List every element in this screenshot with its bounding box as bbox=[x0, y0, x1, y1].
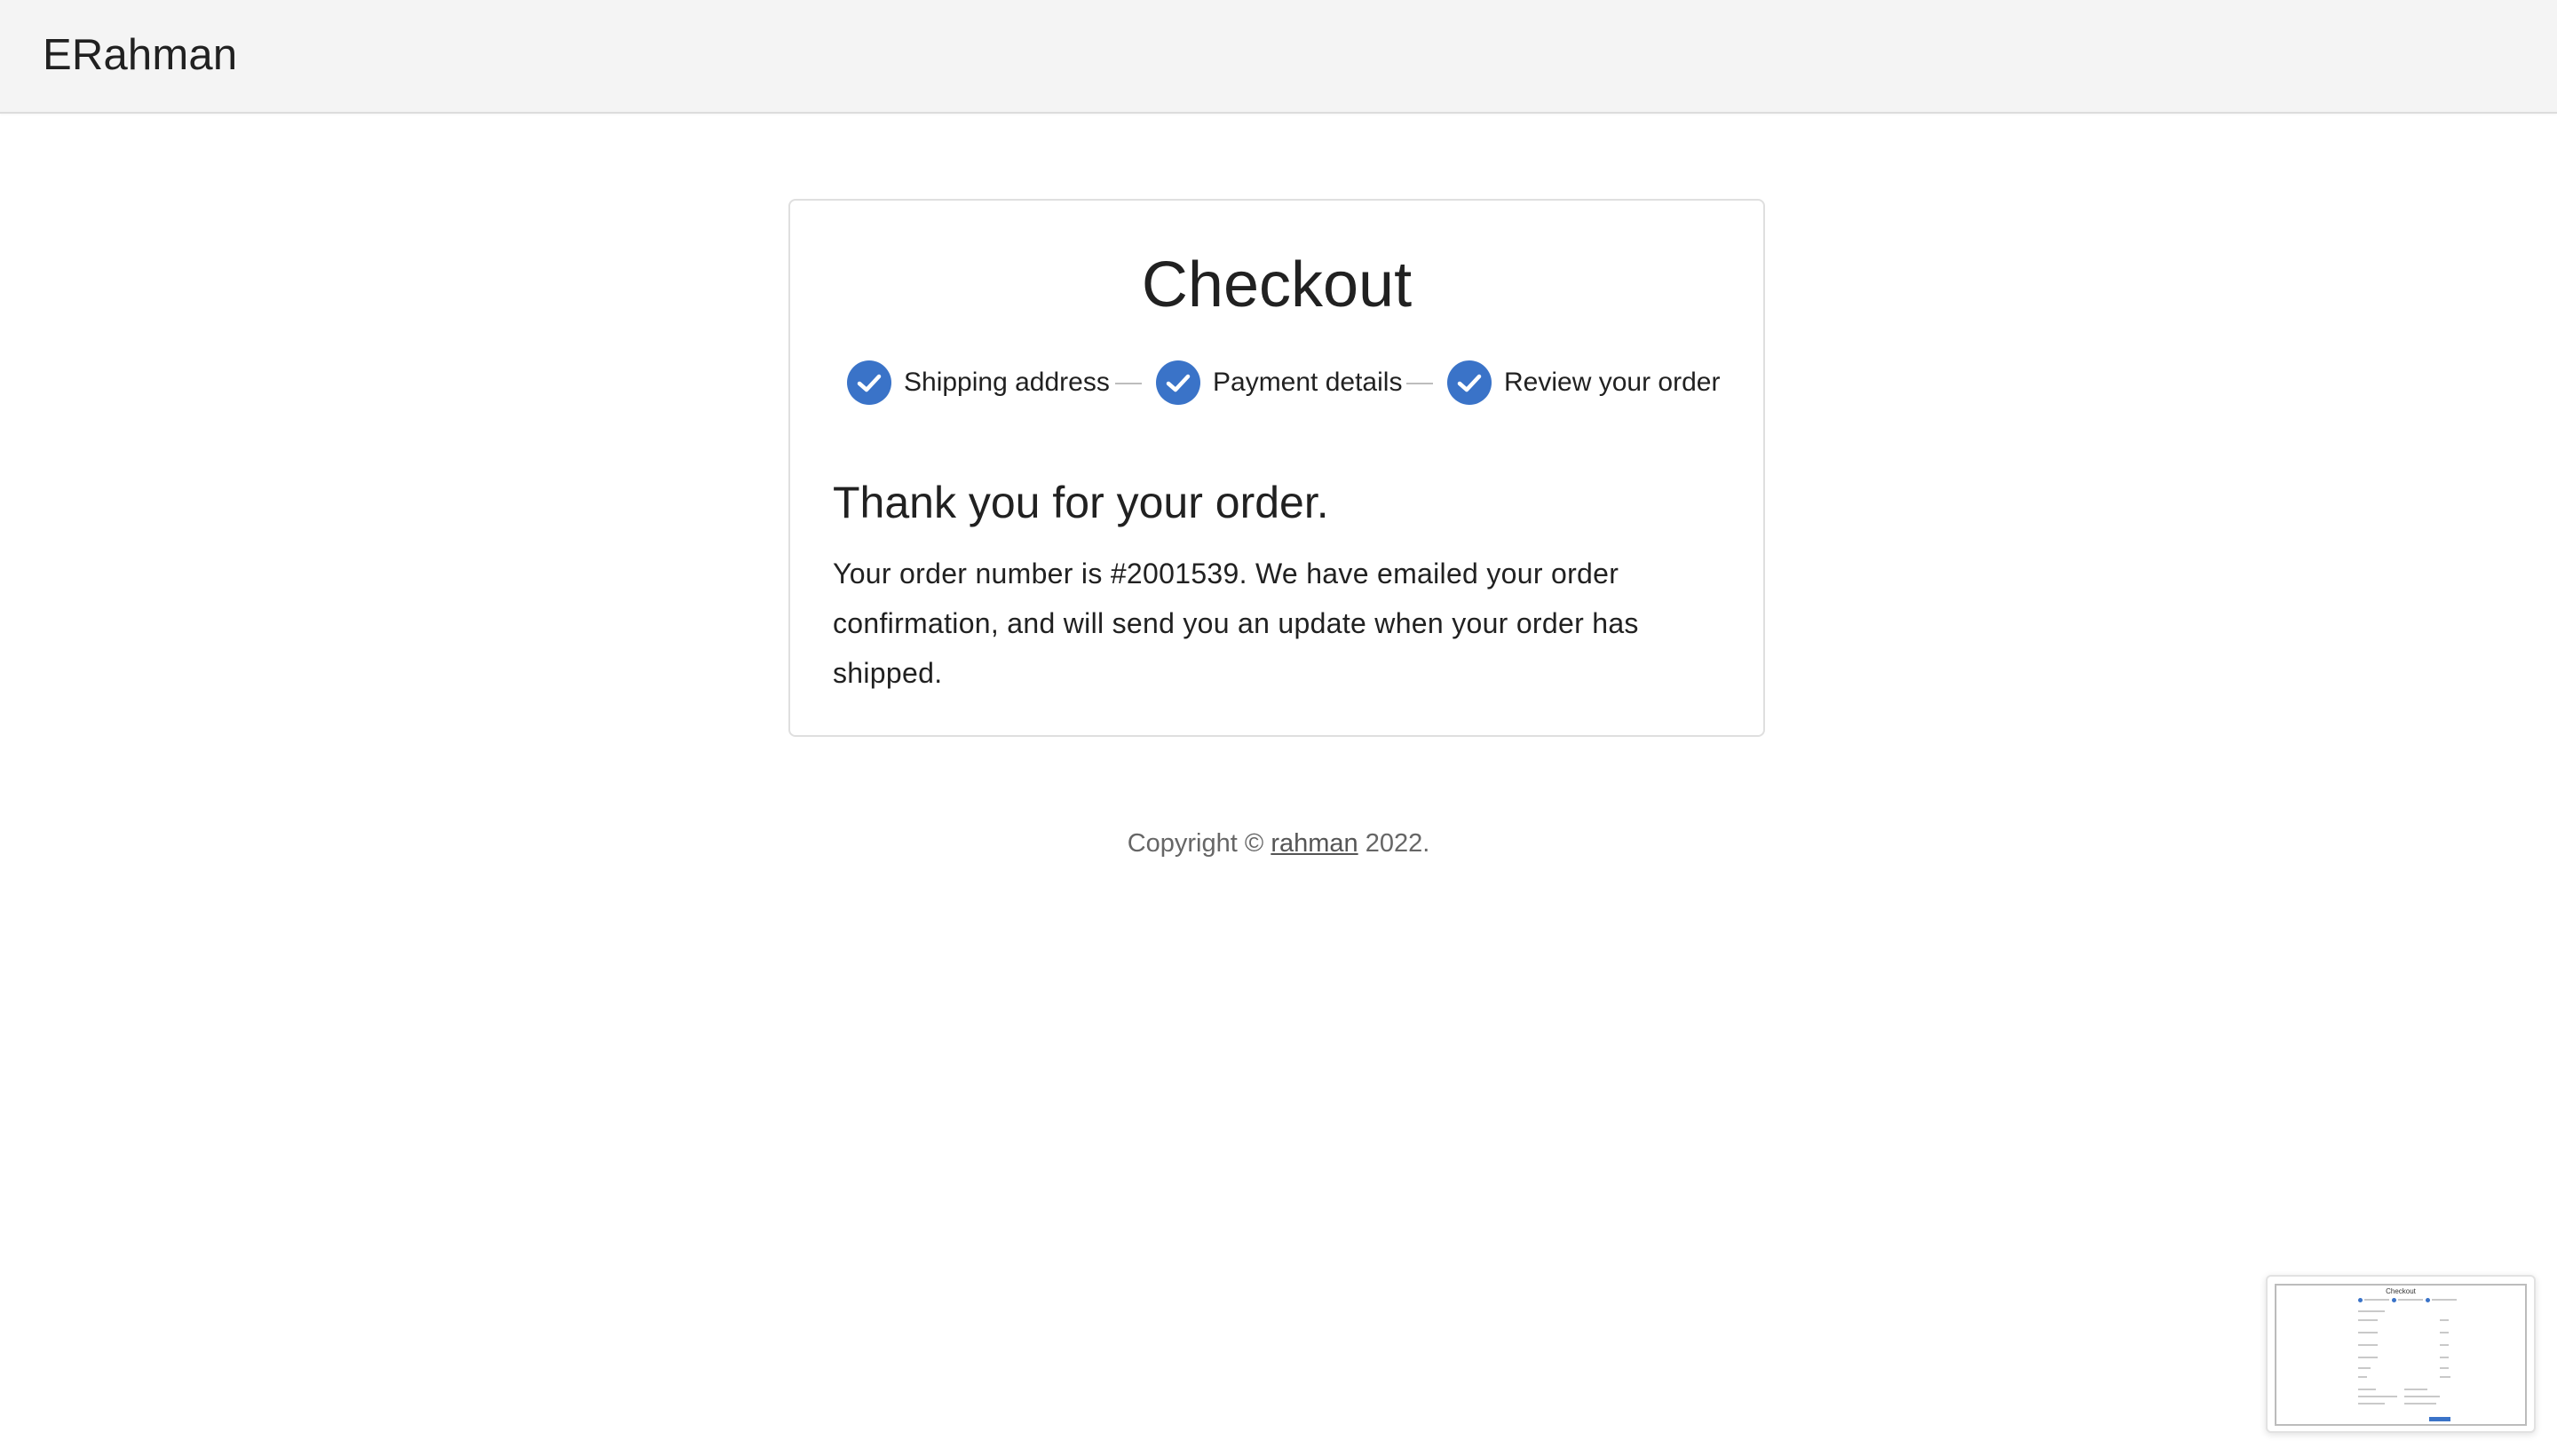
preview-line bbox=[2358, 1310, 2385, 1312]
preview-line bbox=[2358, 1344, 2378, 1346]
page-preview-thumbnail[interactable]: Checkout bbox=[2266, 1275, 2536, 1433]
preview-line bbox=[2440, 1332, 2449, 1333]
preview-line bbox=[2404, 1396, 2440, 1397]
preview-line bbox=[2358, 1319, 2378, 1321]
confirmation-heading: Thank you for your order. bbox=[833, 478, 1329, 527]
preview-step-icon bbox=[2358, 1298, 2363, 1302]
step-connector bbox=[1115, 383, 1142, 384]
step-connector bbox=[1406, 383, 1433, 384]
step-label: Review your order bbox=[1504, 368, 1721, 397]
footer: Copyright © rahman 2022. bbox=[0, 826, 2557, 861]
preview-line bbox=[2432, 1299, 2457, 1301]
preview-title: Checkout bbox=[2386, 1287, 2416, 1295]
preview-line bbox=[2440, 1357, 2449, 1358]
preview-line bbox=[2358, 1357, 2378, 1358]
brand-title[interactable]: ERahman bbox=[43, 25, 237, 85]
copyright-link[interactable]: rahman bbox=[1271, 829, 1358, 858]
preview-line bbox=[2358, 1367, 2371, 1369]
preview-line bbox=[2398, 1299, 2423, 1301]
preview-line bbox=[2358, 1376, 2367, 1378]
step-label: Shipping address bbox=[904, 368, 1110, 397]
preview-line bbox=[2440, 1376, 2450, 1378]
checkout-card: Checkout Shipping address Payment detail… bbox=[788, 199, 1765, 737]
preview-button bbox=[2429, 1417, 2450, 1421]
confirmation-message: Your order number is #2001539. We have e… bbox=[833, 558, 1639, 689]
copyright-suffix: 2022. bbox=[1358, 829, 1430, 858]
preview-frame: Checkout bbox=[2275, 1284, 2527, 1426]
preview-line bbox=[2404, 1403, 2436, 1405]
copyright-prefix: Copyright © bbox=[1127, 829, 1271, 858]
preview-line bbox=[2440, 1319, 2449, 1321]
preview-line bbox=[2358, 1403, 2385, 1405]
preview-line bbox=[2440, 1367, 2449, 1369]
check-circle-icon bbox=[1447, 360, 1492, 405]
check-circle-icon bbox=[1156, 360, 1200, 405]
preview-line bbox=[2440, 1344, 2449, 1346]
preview-line bbox=[2364, 1299, 2389, 1301]
preview-line bbox=[2404, 1389, 2427, 1390]
step-label: Payment details bbox=[1213, 368, 1403, 397]
preview-line bbox=[2358, 1396, 2397, 1397]
app-bar: ERahman bbox=[0, 0, 2557, 114]
preview-step-icon bbox=[2392, 1298, 2396, 1302]
preview-step-icon bbox=[2426, 1298, 2430, 1302]
check-circle-icon bbox=[847, 360, 891, 405]
preview-line bbox=[2358, 1332, 2378, 1333]
preview-line bbox=[2358, 1389, 2376, 1390]
